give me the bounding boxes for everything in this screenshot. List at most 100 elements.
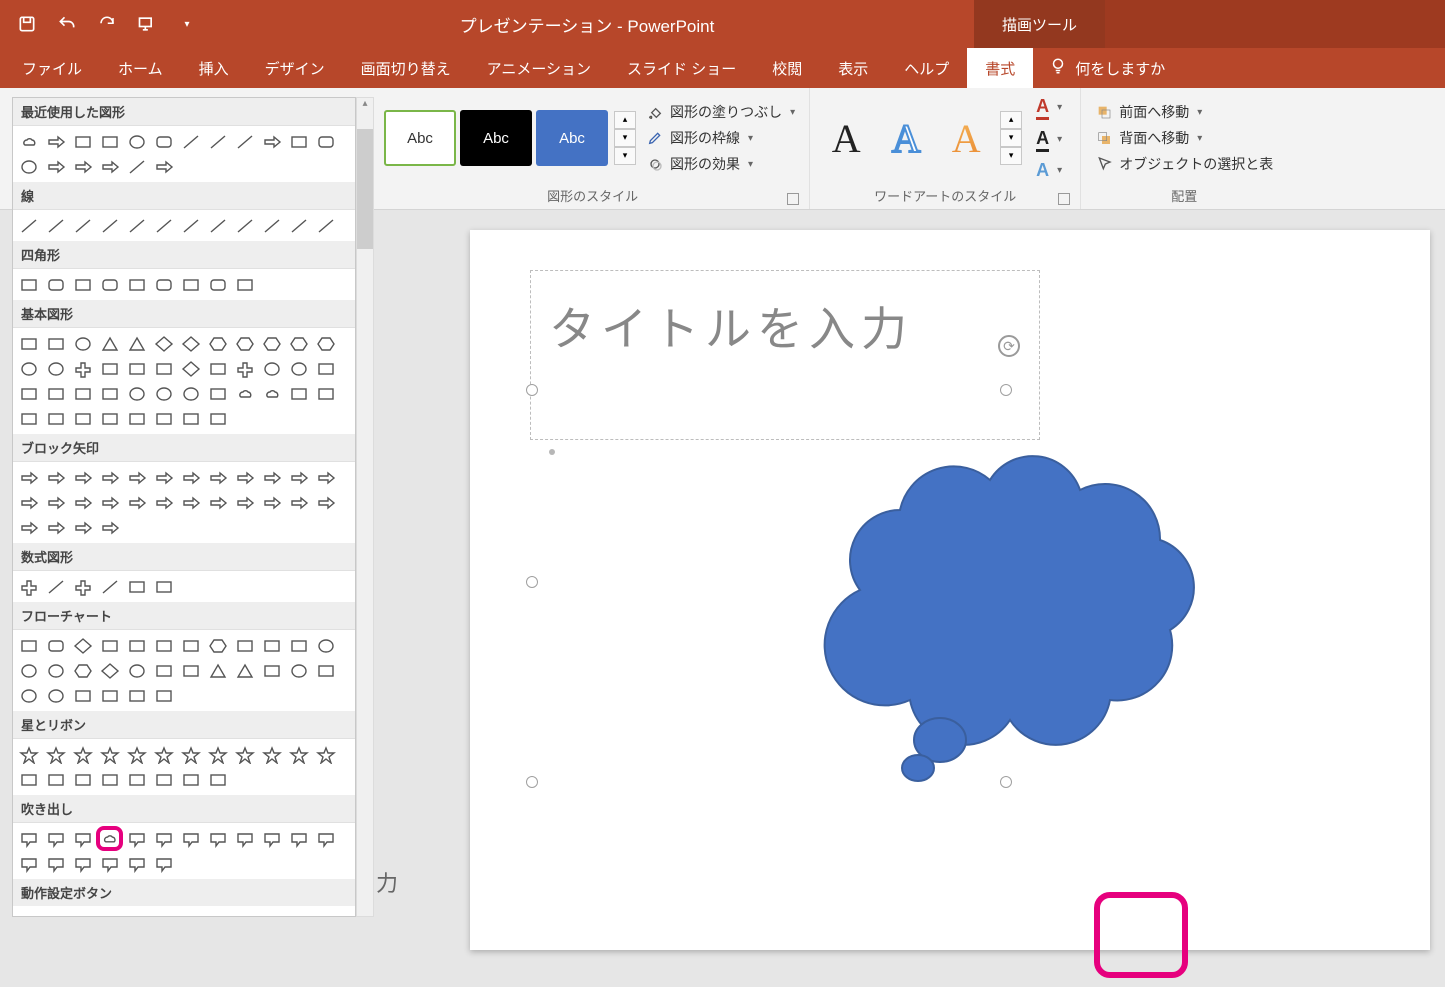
shape-gallery-item[interactable] xyxy=(42,213,69,238)
shape-gallery-item[interactable] xyxy=(258,826,285,851)
shape-gallery-item[interactable] xyxy=(69,129,96,154)
shape-gallery-item[interactable] xyxy=(204,633,231,658)
shape-gallery-item[interactable] xyxy=(285,381,312,406)
shape-gallery-item[interactable] xyxy=(231,465,258,490)
shape-gallery-item[interactable] xyxy=(15,658,42,683)
shape-gallery-item[interactable] xyxy=(42,465,69,490)
shape-gallery-item[interactable] xyxy=(312,490,339,515)
shape-gallery-item[interactable] xyxy=(15,154,42,179)
style-more-button[interactable]: ▾ xyxy=(614,147,636,165)
selection-handle[interactable] xyxy=(1000,384,1012,396)
cloud-callout-shape[interactable] xyxy=(790,430,1220,790)
shape-gallery-item[interactable] xyxy=(96,767,123,792)
tab-file[interactable]: ファイル xyxy=(4,48,100,88)
shape-gallery-item[interactable] xyxy=(231,331,258,356)
shape-gallery-item[interactable] xyxy=(69,658,96,683)
shape-gallery-item[interactable] xyxy=(123,826,150,851)
tab-review[interactable]: 校閲 xyxy=(754,48,820,88)
shape-gallery-item[interactable] xyxy=(312,129,339,154)
shape-gallery-item[interactable] xyxy=(177,381,204,406)
text-outline-button[interactable]: A▾ xyxy=(1030,126,1068,154)
shape-gallery-item[interactable] xyxy=(177,129,204,154)
shape-gallery-item[interactable] xyxy=(285,356,312,381)
shape-gallery-item[interactable] xyxy=(42,356,69,381)
shape-gallery-item[interactable] xyxy=(231,658,258,683)
shape-gallery-item[interactable] xyxy=(204,213,231,238)
tab-format[interactable]: 書式 xyxy=(967,48,1033,88)
shape-gallery-item[interactable] xyxy=(96,683,123,708)
shape-gallery-item[interactable] xyxy=(15,213,42,238)
wordart-swatch-2[interactable]: A xyxy=(878,110,934,166)
shape-gallery-item[interactable] xyxy=(15,129,42,154)
shape-gallery-item[interactable] xyxy=(123,633,150,658)
shape-gallery-item[interactable] xyxy=(285,213,312,238)
undo-icon[interactable] xyxy=(54,11,80,37)
shape-gallery-item[interactable] xyxy=(285,331,312,356)
shape-gallery-item[interactable] xyxy=(15,381,42,406)
shape-gallery-item[interactable] xyxy=(123,658,150,683)
shape-gallery-item[interactable] xyxy=(96,490,123,515)
shape-gallery-item[interactable] xyxy=(15,851,42,876)
shape-gallery-item[interactable] xyxy=(69,381,96,406)
shape-gallery-item[interactable] xyxy=(258,331,285,356)
shape-gallery-item[interactable] xyxy=(42,406,69,431)
qat-customize-icon[interactable]: ▾ xyxy=(174,11,200,37)
shape-effects-button[interactable]: 図形の効果▾ xyxy=(640,152,801,176)
shape-gallery-item[interactable] xyxy=(177,356,204,381)
shape-gallery-item[interactable] xyxy=(258,465,285,490)
shape-gallery-item[interactable] xyxy=(150,826,177,851)
shape-gallery-item[interactable] xyxy=(15,826,42,851)
shape-gallery-item[interactable] xyxy=(150,851,177,876)
shape-gallery-item[interactable] xyxy=(15,742,42,767)
gallery-scrollbar[interactable]: ▴ xyxy=(356,97,374,917)
shape-gallery-item[interactable] xyxy=(15,356,42,381)
shape-gallery-item[interactable] xyxy=(42,633,69,658)
shape-gallery-item[interactable] xyxy=(258,129,285,154)
shape-gallery-item[interactable] xyxy=(15,272,42,297)
shape-gallery-item[interactable] xyxy=(204,272,231,297)
shape-gallery-item[interactable] xyxy=(285,742,312,767)
wordart-swatch-3[interactable]: A xyxy=(938,110,994,166)
shape-gallery-item[interactable] xyxy=(96,465,123,490)
shape-gallery-item[interactable] xyxy=(42,490,69,515)
wa-up-button[interactable]: ▴ xyxy=(1000,111,1022,129)
shape-gallery-item[interactable] xyxy=(42,658,69,683)
shape-gallery-item[interactable] xyxy=(42,826,69,851)
shape-gallery-item[interactable] xyxy=(123,356,150,381)
shape-gallery-item[interactable] xyxy=(15,406,42,431)
wordart-swatch-1[interactable]: A xyxy=(818,110,874,166)
shape-gallery-item[interactable] xyxy=(231,356,258,381)
shape-gallery-item[interactable] xyxy=(96,406,123,431)
shape-gallery-item[interactable] xyxy=(258,633,285,658)
shape-gallery-item[interactable] xyxy=(69,406,96,431)
shape-gallery-item[interactable] xyxy=(69,154,96,179)
shape-gallery-item[interactable] xyxy=(69,826,96,851)
shape-gallery-item[interactable] xyxy=(312,658,339,683)
shape-gallery-item[interactable] xyxy=(96,742,123,767)
shape-gallery-item[interactable] xyxy=(123,213,150,238)
shape-gallery-item[interactable] xyxy=(258,381,285,406)
shape-gallery-item[interactable] xyxy=(177,633,204,658)
shape-gallery-item[interactable] xyxy=(150,767,177,792)
shape-gallery-item[interactable] xyxy=(150,381,177,406)
shape-gallery-item[interactable] xyxy=(15,574,42,599)
tab-animations[interactable]: アニメーション xyxy=(469,48,609,88)
shape-gallery-item[interactable] xyxy=(69,465,96,490)
tab-view[interactable]: 表示 xyxy=(820,48,886,88)
shape-gallery-item[interactable] xyxy=(204,331,231,356)
shape-gallery-item[interactable] xyxy=(15,490,42,515)
shape-gallery-item[interactable] xyxy=(42,129,69,154)
shape-gallery-item[interactable] xyxy=(177,767,204,792)
tab-home[interactable]: ホーム xyxy=(100,48,181,88)
shape-gallery-item[interactable] xyxy=(123,851,150,876)
shape-gallery-item[interactable] xyxy=(123,767,150,792)
selection-handle[interactable] xyxy=(526,776,538,788)
shape-gallery-item[interactable] xyxy=(69,356,96,381)
selection-handle[interactable] xyxy=(526,384,538,396)
shape-gallery-item[interactable] xyxy=(285,658,312,683)
context-tab-drawing-tools[interactable]: 描画ツール xyxy=(974,0,1105,48)
shape-gallery-item[interactable] xyxy=(312,826,339,851)
tab-slideshow[interactable]: スライド ショー xyxy=(609,48,754,88)
tab-help[interactable]: ヘルプ xyxy=(886,48,967,88)
shape-gallery-item[interactable] xyxy=(123,406,150,431)
